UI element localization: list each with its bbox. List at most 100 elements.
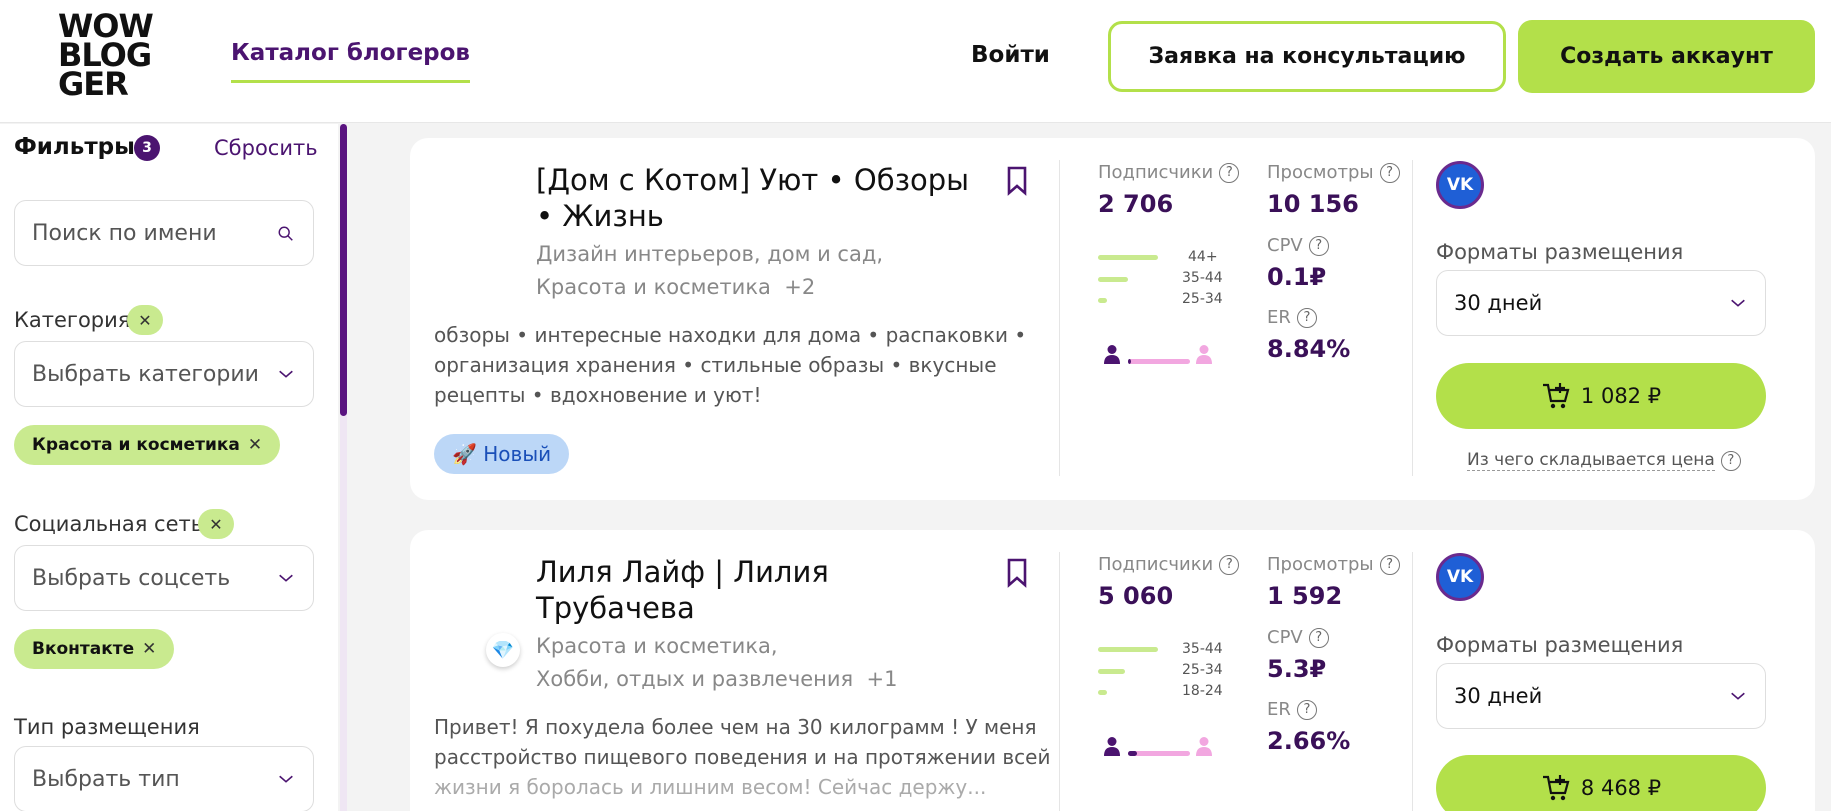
top-header: WOW BLOG GER Каталог блогеров Войти Заяв… bbox=[0, 0, 1831, 123]
search-placeholder: Поиск по имени bbox=[32, 220, 217, 246]
blogger-categories: Дизайн интерьеров, дом и сад, Красота и … bbox=[536, 238, 883, 304]
age-bar bbox=[1098, 669, 1125, 674]
help-icon[interactable]: ? bbox=[1296, 699, 1317, 720]
female-icon bbox=[1196, 345, 1212, 364]
bookmark-icon[interactable] bbox=[1006, 166, 1028, 196]
category-select[interactable]: Выбрать категории bbox=[14, 341, 314, 407]
age-group-label: 35-44 bbox=[1182, 641, 1223, 657]
cart-plus-icon bbox=[1542, 383, 1570, 409]
divider bbox=[1059, 552, 1060, 811]
category-line: Красота и косметика, bbox=[536, 634, 778, 658]
er-label-text: ER bbox=[1267, 307, 1291, 328]
views-label: Просмотры? bbox=[1267, 162, 1400, 183]
er-label: ER? bbox=[1267, 307, 1317, 328]
age-group-label: 18-24 bbox=[1182, 683, 1223, 699]
age-group-label: 25-34 bbox=[1182, 291, 1223, 307]
category-line: Красота и косметика bbox=[536, 275, 771, 299]
remove-tag-icon[interactable]: ✕ bbox=[142, 639, 156, 659]
subscribers-label: Подписчики? bbox=[1098, 554, 1240, 575]
new-badge: 🚀 Новый bbox=[434, 434, 570, 474]
vk-network-icon[interactable]: VK bbox=[1436, 161, 1484, 209]
help-icon[interactable]: ? bbox=[1308, 235, 1329, 256]
category-line: Дизайн интерьеров, дом и сад, bbox=[536, 242, 884, 266]
er-value: 2.66% bbox=[1267, 727, 1351, 755]
nav-catalog-link[interactable]: Каталог блогеров bbox=[231, 40, 470, 83]
social-select[interactable]: Выбрать соцсеть bbox=[14, 545, 314, 611]
clear-social-icon[interactable]: ✕ bbox=[198, 509, 234, 539]
format-select[interactable]: 30 дней bbox=[1436, 270, 1766, 336]
blogger-description: Привет! Я похудела более чем на 30 килог… bbox=[434, 712, 1050, 802]
cpv-value: 0.1₽ bbox=[1267, 263, 1327, 291]
age-bar bbox=[1098, 690, 1107, 695]
add-to-cart-button[interactable]: 1 082 ₽ bbox=[1436, 363, 1766, 429]
blogger-name-line: • Жизнь bbox=[536, 199, 664, 233]
description-line: организация хранения • стильные образы •… bbox=[434, 353, 997, 377]
blogger-name-line: [Дом с Котом] Уют • Обзоры bbox=[536, 163, 970, 197]
clear-category-icon[interactable]: ✕ bbox=[127, 305, 163, 335]
blogger-name[interactable]: Лиля Лайф | Лилия Трубачева bbox=[536, 554, 829, 626]
format-value: 30 дней bbox=[1454, 684, 1543, 708]
age-group-label: 35-44 bbox=[1182, 270, 1223, 286]
help-icon[interactable]: ? bbox=[1308, 627, 1329, 648]
format-value: 30 дней bbox=[1454, 291, 1543, 315]
er-label-text: ER bbox=[1267, 699, 1291, 720]
social-tag-label: Вконтакте bbox=[32, 639, 135, 659]
social-tag[interactable]: Вконтакте ✕ bbox=[14, 629, 175, 669]
vk-network-icon[interactable]: VK bbox=[1436, 553, 1484, 601]
category-label: Категория bbox=[14, 308, 131, 332]
price-value: 8 468 ₽ bbox=[1580, 776, 1662, 800]
male-share-bar bbox=[1128, 751, 1137, 756]
format-select[interactable]: 30 дней bbox=[1436, 663, 1766, 729]
age-group-label: 44+ bbox=[1188, 249, 1218, 265]
gender-split bbox=[1104, 737, 1212, 756]
more-categories[interactable]: +2 bbox=[784, 275, 815, 299]
er-label: ER? bbox=[1267, 699, 1317, 720]
male-icon bbox=[1104, 345, 1120, 364]
consultation-button[interactable]: Заявка на консультацию bbox=[1108, 21, 1506, 92]
blogger-name-line: Трубачева bbox=[536, 591, 695, 625]
female-icon bbox=[1196, 737, 1212, 756]
description-line: жизни я боролась и лишним весом! Сейчас … bbox=[434, 775, 987, 799]
more-categories[interactable]: +1 bbox=[867, 667, 898, 691]
age-bar bbox=[1098, 647, 1158, 652]
category-line: Хобби, отдых и развлечения bbox=[536, 667, 854, 691]
help-icon[interactable]: ? bbox=[1219, 554, 1240, 575]
add-to-cart-button[interactable]: 8 468 ₽ bbox=[1436, 755, 1766, 811]
login-link[interactable]: Войти bbox=[971, 42, 1050, 68]
age-bar bbox=[1098, 298, 1107, 303]
chevron-down-icon bbox=[279, 775, 293, 783]
category-tag-label: Красота и косметика bbox=[32, 435, 240, 455]
cpv-label: CPV? bbox=[1267, 235, 1329, 256]
subscribers-value: 2 706 bbox=[1098, 190, 1174, 218]
female-share-bar bbox=[1128, 751, 1190, 756]
subscribers-value: 5 060 bbox=[1098, 582, 1174, 610]
bookmark-icon[interactable] bbox=[1006, 558, 1028, 588]
views-label-text: Просмотры bbox=[1267, 554, 1374, 575]
search-input[interactable]: Поиск по имени bbox=[14, 200, 314, 266]
social-label: Социальная сеть bbox=[14, 512, 204, 536]
wowblogger-logo[interactable]: WOW BLOG GER bbox=[58, 10, 178, 100]
chevron-down-icon bbox=[1731, 692, 1745, 700]
chevron-down-icon bbox=[1731, 299, 1745, 307]
create-account-button[interactable]: Создать аккаунт bbox=[1518, 20, 1815, 93]
chevron-down-icon bbox=[279, 574, 293, 582]
remove-tag-icon[interactable]: ✕ bbox=[248, 435, 262, 455]
help-icon[interactable]: ? bbox=[1219, 162, 1240, 183]
blogger-name[interactable]: [Дом с Котом] Уют • Обзоры • Жизнь bbox=[536, 162, 969, 234]
social-placeholder: Выбрать соцсеть bbox=[32, 565, 231, 591]
category-tag[interactable]: Красота и косметика ✕ bbox=[14, 425, 281, 465]
reset-filters-link[interactable]: Сбросить bbox=[214, 136, 318, 160]
description-line: обзоры • интересные находки для дома • р… bbox=[434, 323, 1027, 347]
female-share-bar bbox=[1128, 359, 1190, 364]
search-icon bbox=[278, 226, 293, 241]
divider bbox=[1412, 160, 1413, 476]
price-breakdown-link[interactable]: Из чего складывается цена? bbox=[1467, 450, 1741, 471]
placement-type-select[interactable]: Выбрать тип bbox=[14, 746, 314, 811]
help-icon[interactable]: ? bbox=[1296, 307, 1317, 328]
help-icon[interactable]: ? bbox=[1720, 450, 1741, 471]
help-icon[interactable]: ? bbox=[1379, 554, 1400, 575]
sidebar-scrollbar-thumb[interactable] bbox=[340, 124, 347, 416]
er-value: 8.84% bbox=[1267, 335, 1351, 363]
male-share-bar bbox=[1128, 359, 1131, 364]
help-icon[interactable]: ? bbox=[1379, 162, 1400, 183]
